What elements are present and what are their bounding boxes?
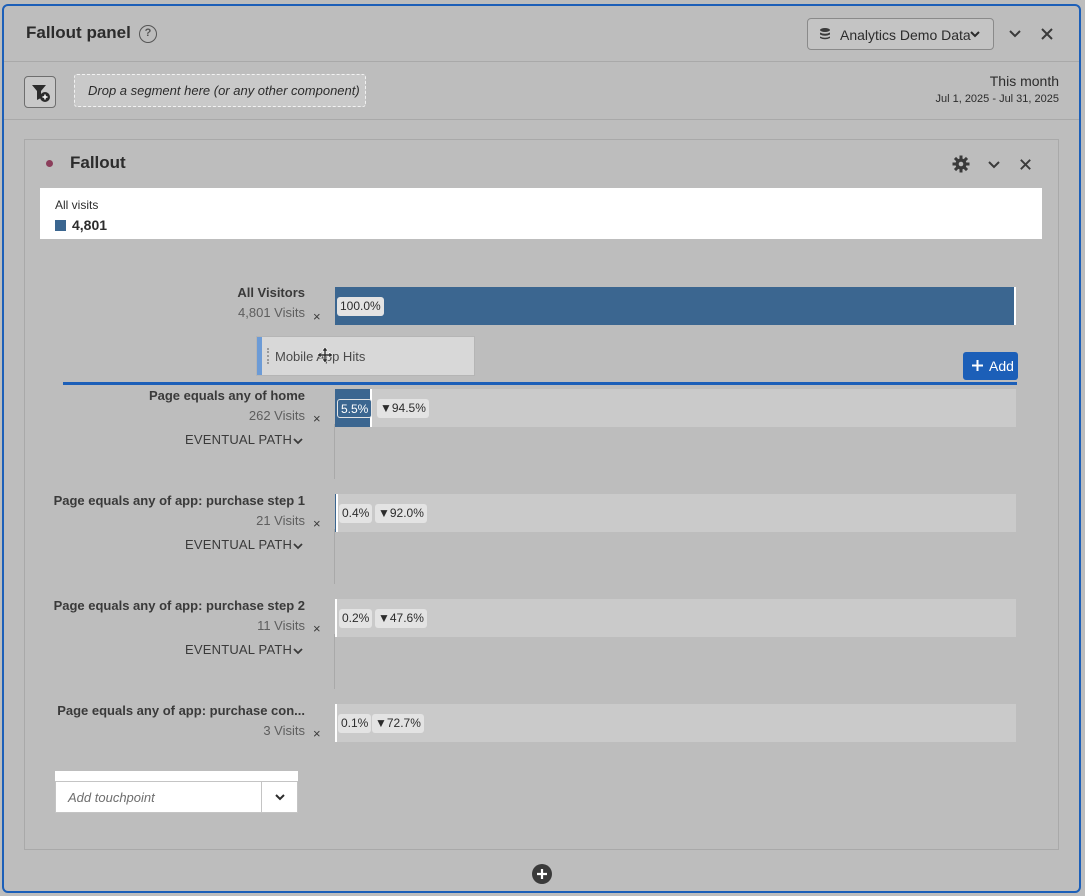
panel-header: Fallout panel ? Analytics Demo Data <box>4 6 1079 62</box>
step-dropoff-label: ▼72.7% <box>372 714 424 733</box>
add-touchpoint-combobox[interactable]: Add touchpoint <box>55 781 298 813</box>
add-panel-plus-icon[interactable] <box>532 864 552 884</box>
step-visits: 262 Visits <box>248 408 305 423</box>
step-name[interactable]: Page equals any of home <box>149 388 305 403</box>
close-panel-icon[interactable] <box>1039 26 1055 42</box>
step-bar-track[interactable]: 5.5% ▼94.5% <box>335 389 1016 427</box>
remove-step-button[interactable]: × <box>313 726 321 741</box>
step-bar-fill <box>335 599 337 637</box>
step-bar-track[interactable]: 0.4% ▼92.0% <box>335 494 1016 532</box>
add-button-label: Add <box>989 358 1014 374</box>
collapse-visualization-chevron-icon[interactable] <box>986 157 1002 173</box>
step-connector <box>334 634 335 689</box>
chevron-down-icon <box>970 31 980 38</box>
eventual-path-label[interactable]: EVENTUAL PATH <box>185 537 292 552</box>
legend-swatch <box>55 220 66 231</box>
step-dropoff-label: ▼94.5% <box>377 399 429 418</box>
add-segment-filter-button[interactable] <box>24 76 56 108</box>
step-name[interactable]: Page equals any of app: purchase step 2 <box>54 598 305 613</box>
chevron-down-icon[interactable] <box>292 645 304 657</box>
step-name[interactable]: Page equals any of app: purchase con... <box>57 703 305 718</box>
step-dropoff-label: ▼92.0% <box>375 504 427 523</box>
step-visits: 11 Visits <box>257 618 305 633</box>
status-dot <box>46 160 53 167</box>
move-cursor-icon <box>317 347 333 363</box>
data-source-label: Analytics Demo Data <box>840 27 971 43</box>
close-visualization-icon[interactable] <box>1018 157 1033 172</box>
collapse-panel-chevron-icon[interactable] <box>1007 26 1023 42</box>
filter-add-icon <box>32 85 50 102</box>
step-percent-label: 100.0% <box>337 297 384 316</box>
visualization-title[interactable]: Fallout <box>70 153 126 173</box>
step-bar-track[interactable]: 100.0% <box>335 287 1016 325</box>
step-percent-label: 0.4% <box>339 504 373 523</box>
remove-step-button[interactable]: × <box>313 411 321 426</box>
step-bar-track[interactable]: 0.1% ▼72.7% <box>335 704 1016 742</box>
panel-title: Fallout panel <box>26 23 131 42</box>
legend-series-value: 4,801 <box>72 217 108 233</box>
chevron-down-icon <box>275 794 285 801</box>
step-bar-track[interactable]: 0.2% ▼47.6% <box>335 599 1016 637</box>
data-source-picker[interactable]: Analytics Demo Data <box>807 18 994 50</box>
legend: All visits 4,801 <box>40 188 1042 239</box>
step-visits: 3 Visits <box>263 723 305 738</box>
date-range-label[interactable]: This month <box>990 73 1059 89</box>
step-bar-fill <box>335 704 337 742</box>
step-bar-fill <box>335 287 1016 325</box>
drag-grip-icon <box>267 348 269 364</box>
step-visits: 21 Visits <box>256 513 305 528</box>
step-name[interactable]: Page equals any of app: purchase step 1 <box>54 493 305 508</box>
add-touchpoint-dropdown-button[interactable] <box>261 782 297 812</box>
remove-step-button[interactable]: × <box>313 516 321 531</box>
add-touchpoint-placeholder: Add touchpoint <box>68 790 155 805</box>
step-connector <box>334 529 335 584</box>
step-percent-label: 5.5% <box>337 399 373 418</box>
step-dropoff-label: ▼47.6% <box>375 609 427 628</box>
fallout-visualization: Fallout All visits 4,801 All Visitors 4,… <box>24 139 1059 850</box>
eventual-path-label[interactable]: EVENTUAL PATH <box>185 642 292 657</box>
fallout-panel: Fallout panel ? Analytics Demo Data Drop… <box>2 4 1081 893</box>
chip-accent-bar <box>257 337 262 375</box>
segment-drop-bar: Drop a segment here (or any other compon… <box>4 62 1079 120</box>
database-icon <box>820 28 830 40</box>
legend-series-name: All visits <box>55 198 99 212</box>
step-connector <box>334 424 335 479</box>
chevron-down-icon[interactable] <box>292 435 304 447</box>
help-icon[interactable]: ? <box>139 25 157 43</box>
chevron-down-icon[interactable] <box>292 540 304 552</box>
eventual-path-label[interactable]: EVENTUAL PATH <box>185 432 292 447</box>
add-touchpoint-button[interactable]: Add <box>963 352 1018 380</box>
add-touchpoint-control: Add touchpoint <box>55 771 298 813</box>
step-percent-label: 0.1% <box>338 714 372 733</box>
step-name[interactable]: All Visitors <box>237 285 305 300</box>
plus-icon <box>972 360 983 371</box>
segment-drop-zone[interactable]: Drop a segment here (or any other compon… <box>74 74 366 107</box>
date-range-value[interactable]: Jul 1, 2025 - Jul 31, 2025 <box>935 93 1059 105</box>
dragging-touchpoint-chip[interactable]: Mobile App Hits <box>256 336 475 376</box>
remove-step-button[interactable]: × <box>313 621 321 636</box>
step-visits: 4,801 Visits <box>238 305 305 320</box>
drop-indicator-line <box>63 382 1017 385</box>
remove-step-button[interactable]: × <box>313 309 321 324</box>
step-bar-fill <box>335 494 338 532</box>
gear-icon[interactable] <box>952 155 970 173</box>
step-percent-label: 0.2% <box>339 609 373 628</box>
